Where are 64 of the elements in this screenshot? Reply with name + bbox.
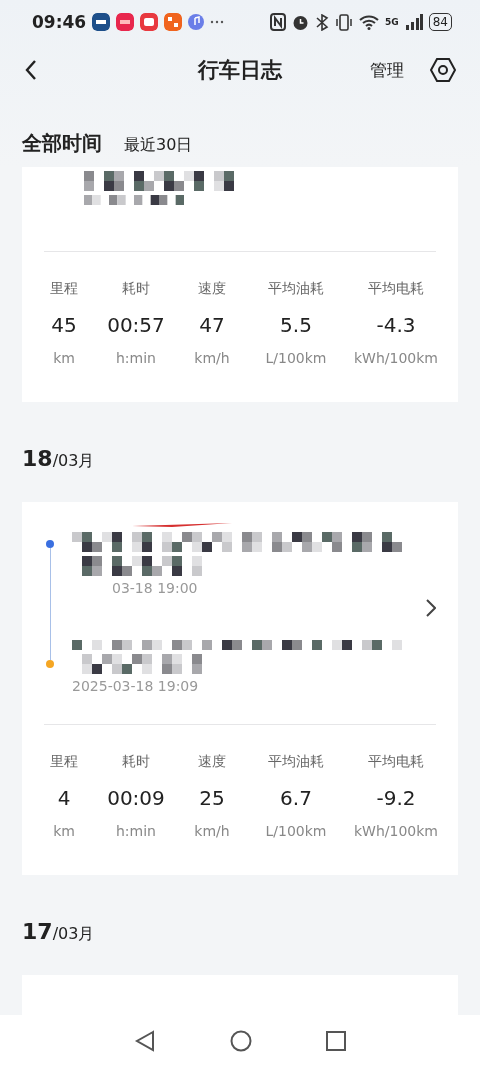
back-nav-icon[interactable] bbox=[134, 1030, 156, 1052]
date-day: 18 bbox=[22, 446, 53, 471]
home-nav-icon[interactable] bbox=[230, 1030, 252, 1052]
stat-label: 平均油耗 bbox=[268, 279, 324, 298]
filter-tab[interactable]: 最近30日 bbox=[124, 135, 193, 156]
stat-label: 耗时 bbox=[122, 279, 150, 298]
stat-label: 速度 bbox=[198, 279, 226, 298]
stat-value: 00:57 bbox=[107, 312, 165, 339]
settings-icon[interactable] bbox=[430, 57, 456, 83]
stat-label: 平均油耗 bbox=[268, 752, 324, 771]
date-day: 17 bbox=[22, 919, 53, 944]
stat-unit: L/100km bbox=[265, 349, 327, 368]
status-time: 09:46 bbox=[32, 12, 87, 32]
stat-value: 6.7 bbox=[280, 785, 312, 812]
stat-unit: kWh/100km bbox=[354, 349, 438, 368]
wifi-icon bbox=[359, 14, 380, 30]
nfc-icon bbox=[270, 13, 287, 31]
app-icon bbox=[164, 13, 183, 31]
stat-value: 00:09 bbox=[107, 785, 165, 812]
signal-icon bbox=[404, 14, 423, 30]
app-icon bbox=[140, 13, 159, 31]
more-icon bbox=[210, 20, 225, 24]
stat-label: 里程 bbox=[50, 279, 78, 298]
stat-unit: kWh/100km bbox=[354, 822, 438, 841]
stat-value: 4 bbox=[57, 785, 71, 812]
end-time: 2025-03-18 19:09 bbox=[72, 678, 200, 694]
stat-label: 耗时 bbox=[122, 752, 150, 771]
start-time: 03-18 19:00 bbox=[111, 580, 199, 596]
stat-label: 速度 bbox=[198, 752, 226, 771]
end-dot bbox=[46, 660, 54, 668]
back-icon[interactable] bbox=[24, 59, 38, 81]
app-icon bbox=[116, 13, 135, 31]
bluetooth-icon bbox=[315, 13, 330, 31]
stat-label: 平均电耗 bbox=[368, 279, 424, 298]
stat-unit: km/h bbox=[194, 822, 230, 841]
trip-card[interactable]: 里程 45 km 耗时 00:57 h:min 速度 47 km/h 平均油耗 5.5 L/100km 平均电耗 -4.3 kWh/100km bbox=[22, 167, 458, 402]
recents-nav-icon[interactable] bbox=[326, 1031, 346, 1051]
stat-value: 25 bbox=[199, 785, 225, 812]
stat-unit: km bbox=[53, 822, 75, 841]
stat-value: 5.5 bbox=[280, 312, 312, 339]
stat-unit: h:min bbox=[116, 349, 156, 368]
stat-value: 47 bbox=[199, 312, 225, 339]
stat-value: -9.2 bbox=[376, 785, 416, 812]
stat-unit: L/100km bbox=[265, 822, 327, 841]
manage-button[interactable]: 管理 bbox=[370, 58, 404, 82]
date-month: /03月 bbox=[52, 451, 95, 472]
stat-label: 里程 bbox=[50, 752, 78, 771]
vibrate-icon bbox=[335, 13, 354, 31]
date-month: /03月 bbox=[52, 924, 95, 945]
stat-unit: km/h bbox=[194, 349, 230, 368]
app-icon bbox=[92, 13, 111, 31]
battery-level: 84 bbox=[428, 13, 452, 31]
chevron-right-icon bbox=[426, 599, 436, 617]
page-title: 行车日志 bbox=[198, 57, 282, 84]
stat-unit: h:min bbox=[116, 822, 156, 841]
stat-value: 45 bbox=[51, 312, 77, 339]
stat-value: -4.3 bbox=[376, 312, 416, 339]
network-label: 5G bbox=[385, 17, 399, 27]
music-app-icon bbox=[188, 14, 205, 30]
filter-tab[interactable]: 全部时间 bbox=[22, 130, 102, 157]
stat-unit: km bbox=[53, 349, 75, 368]
start-dot bbox=[46, 540, 54, 548]
trip-card[interactable]: 03-18 19:00 2025-03-18 19:09 里程 4 km 耗时 00:09 h:min 速度 25 km/h 平均油耗 6.7 L/100km 平均电耗 -9.2 kWh/100km bbox=[22, 502, 458, 875]
stat-label: 平均电耗 bbox=[368, 752, 424, 771]
